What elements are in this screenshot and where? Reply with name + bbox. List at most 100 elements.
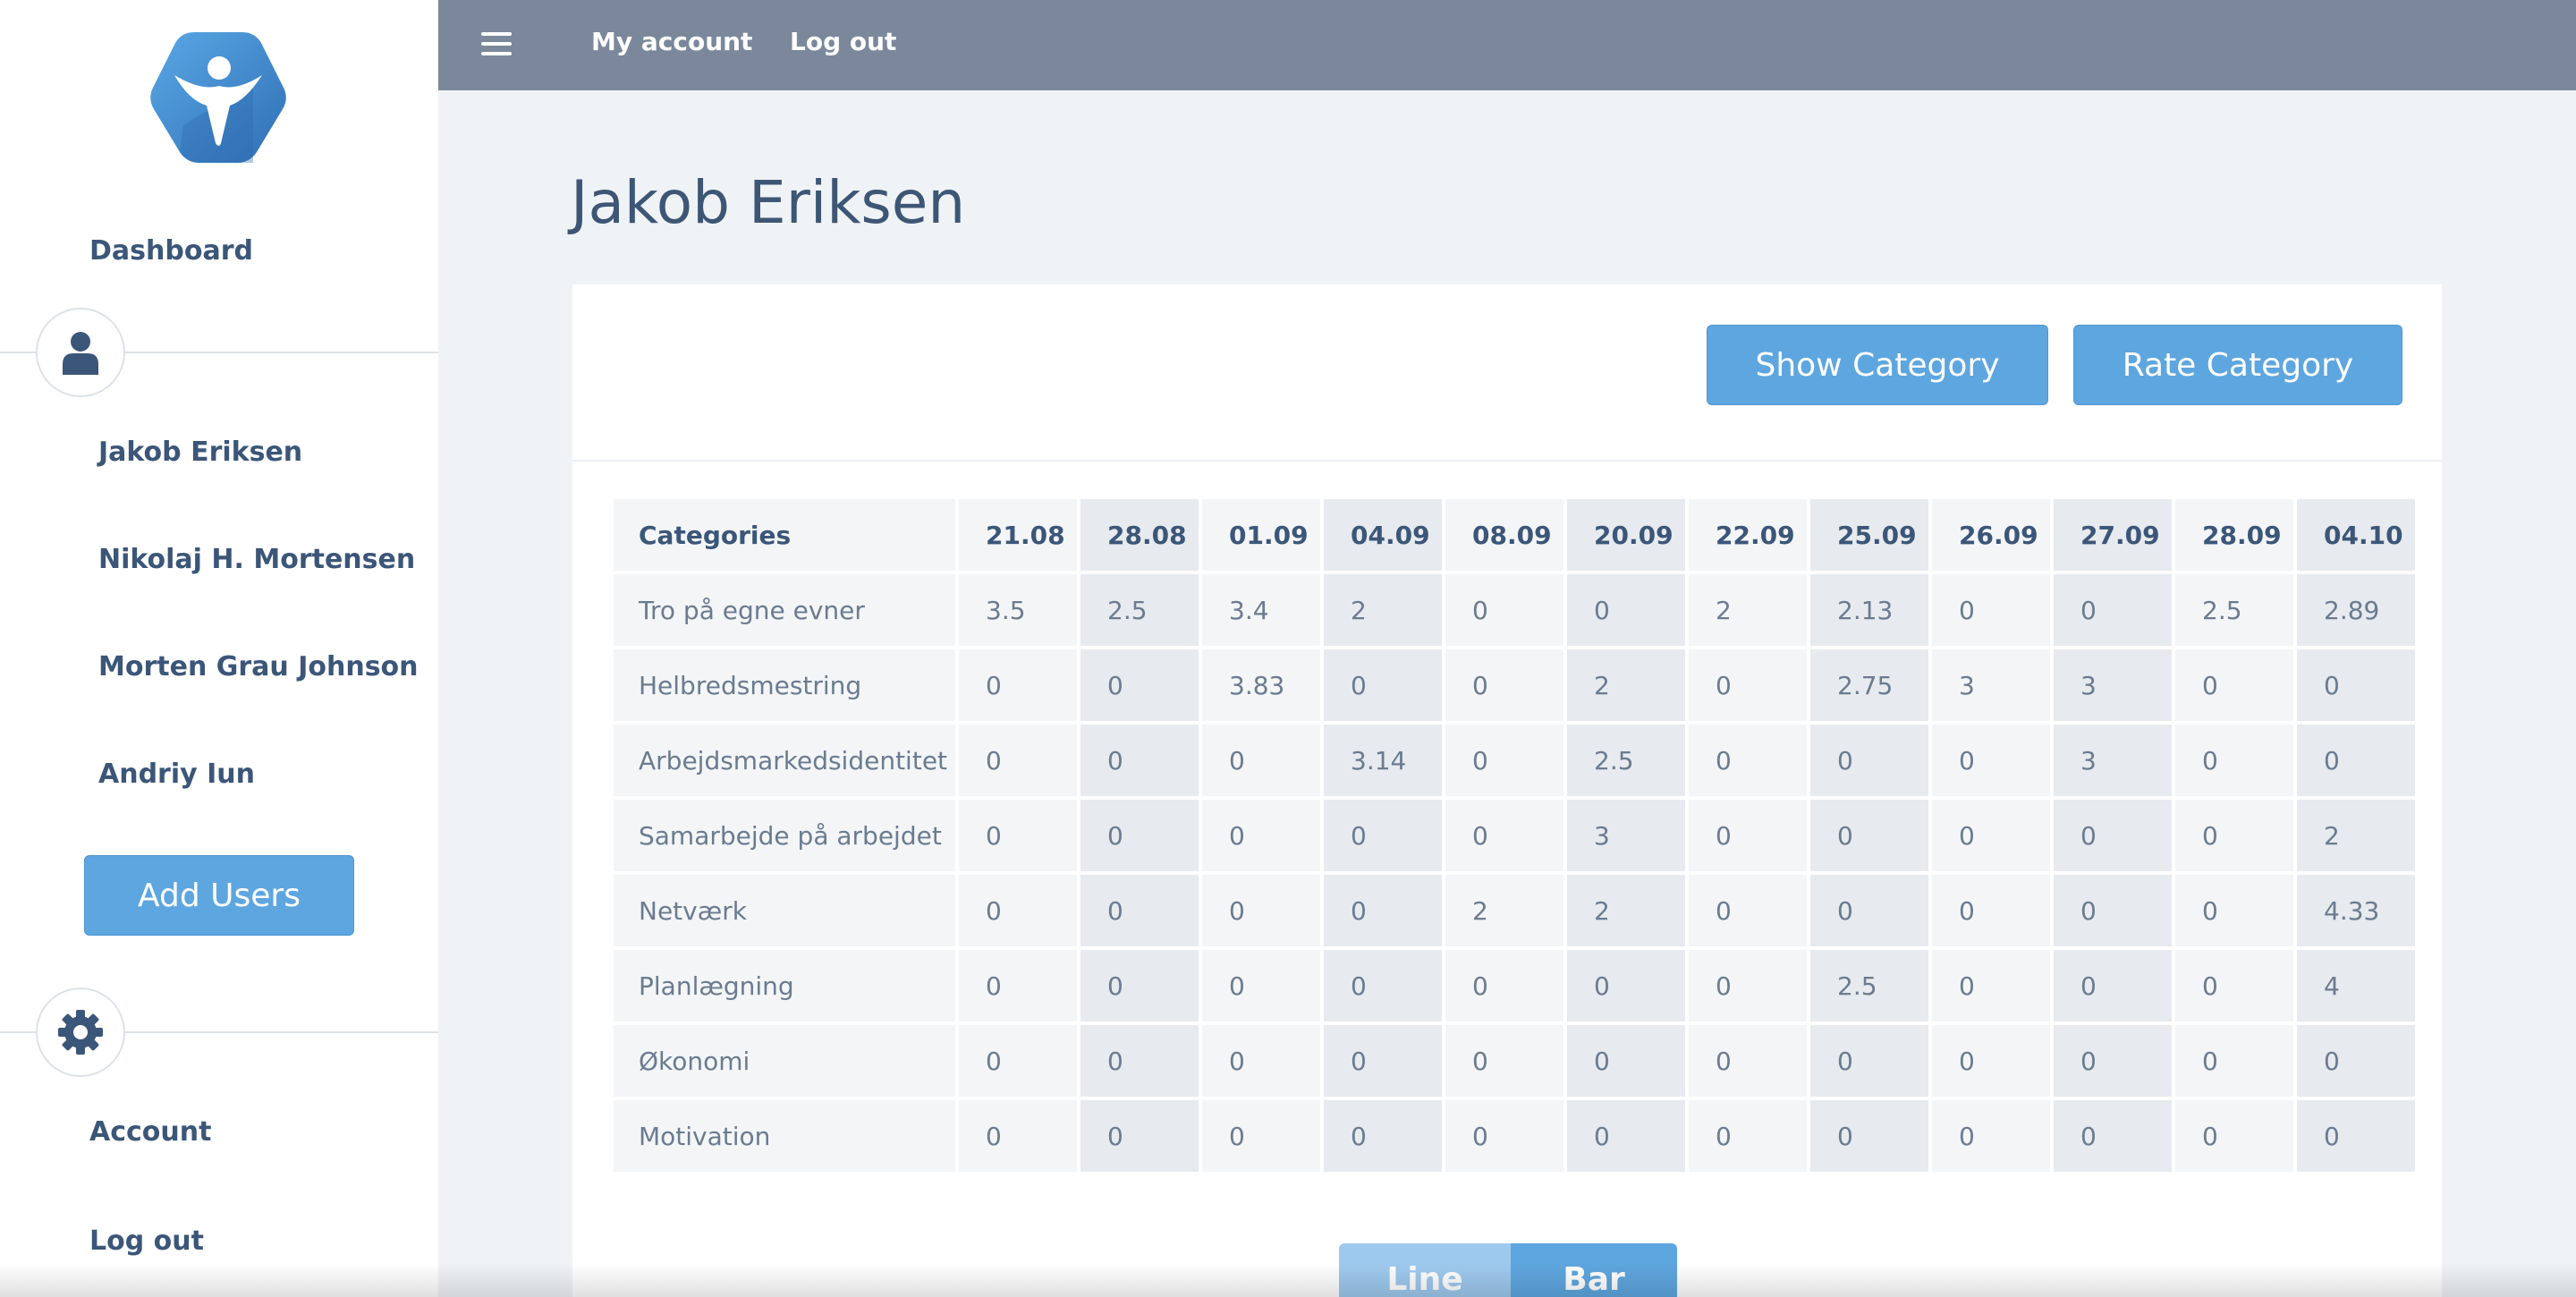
table-row: Økonomi 0 0 0 0 0 0 0 0 0 0 0 0 <box>614 1025 2415 1097</box>
rating-cell: 0 <box>1810 725 1928 796</box>
rating-cell: 0 <box>2175 649 2293 721</box>
table-header-date: 25.09 <box>1810 499 1928 571</box>
rating-cell: 0 <box>1445 574 1563 646</box>
sidebar-user-nikolaj-mortensen[interactable]: Nikolaj H. Mortensen <box>98 544 415 575</box>
rating-cell: 0 <box>2175 800 2293 871</box>
sidebar-item-dashboard[interactable]: Dashboard <box>89 235 253 267</box>
rating-cell: 0 <box>1689 800 1807 871</box>
table-header-date: 28.08 <box>1080 499 1199 571</box>
bar-chart-toggle[interactable]: Bar <box>1511 1243 1677 1297</box>
rating-cell: 0 <box>1080 1025 1199 1097</box>
line-chart-toggle[interactable]: Line <box>1339 1243 1511 1297</box>
rating-cell: 2 <box>1445 875 1563 946</box>
rating-cell: 2 <box>1567 649 1685 721</box>
rating-cell: 0 <box>2297 1100 2415 1172</box>
rating-cell: 0 <box>1810 1100 1928 1172</box>
rating-cell: 0 <box>2175 1100 2293 1172</box>
rate-category-button[interactable]: Rate Category <box>2073 325 2402 405</box>
rating-cell: 0 <box>2175 875 2293 946</box>
category-label: Økonomi <box>614 1025 955 1097</box>
rating-cell: 4.33 <box>2297 875 2415 946</box>
sidebar-user-morten-johnson[interactable]: Morten Grau Johnson <box>98 651 419 682</box>
rating-cell: 0 <box>1567 1025 1685 1097</box>
rating-cell: 0 <box>1932 1025 2050 1097</box>
rating-cell: 0 <box>2054 875 2172 946</box>
rating-cell: 0 <box>2175 725 2293 796</box>
add-users-button[interactable]: Add Users <box>84 855 354 936</box>
rating-cell: 0 <box>959 1100 1077 1172</box>
my-account-link[interactable]: My account <box>591 27 752 56</box>
rating-cell: 0 <box>1202 725 1320 796</box>
rating-cell: 0 <box>1324 950 1442 1021</box>
rating-cell: 0 <box>1080 725 1199 796</box>
sidebar-user-jakob-eriksen[interactable]: Jakob Eriksen <box>98 437 302 468</box>
category-label: Netværk <box>614 875 955 946</box>
rating-cell: 0 <box>959 725 1077 796</box>
table-header-date: 08.09 <box>1445 499 1563 571</box>
sidebar-item-account[interactable]: Account <box>89 1116 211 1148</box>
user-icon <box>36 308 125 397</box>
rating-cell: 0 <box>959 875 1077 946</box>
page-title: Jakob Eriksen <box>571 168 966 237</box>
table-row: Tro på egne evner 3.5 2.5 3.4 2 0 0 2 2.13 0 0 2.5 2… <box>614 574 2415 646</box>
rating-cell: 0 <box>1080 1100 1199 1172</box>
table-header-date: 04.09 <box>1324 499 1442 571</box>
rating-cell: 2 <box>2297 800 2415 871</box>
rating-cell: 0 <box>1324 1100 1442 1172</box>
table-body: Tro på egne evner 3.5 2.5 3.4 2 0 0 2 2.13 0 0 2.5 2… <box>614 574 2415 1172</box>
table-row: Netværk 0 0 0 0 2 2 0 0 0 0 0 4.33 <box>614 875 2415 946</box>
rating-cell: 0 <box>1202 950 1320 1021</box>
sidebar-item-logout[interactable]: Log out <box>89 1225 204 1257</box>
rating-cell: 0 <box>1932 1100 2050 1172</box>
rating-cell: 0 <box>1689 725 1807 796</box>
rating-cell: 0 <box>1202 1025 1320 1097</box>
rating-cell: 0 <box>2297 1025 2415 1097</box>
rating-cell: 0 <box>959 950 1077 1021</box>
rating-cell: 0 <box>1810 800 1928 871</box>
card-divider <box>572 460 2442 462</box>
rating-cell: 0 <box>2054 1100 2172 1172</box>
rating-cell: 0 <box>1080 875 1199 946</box>
rating-cell: 0 <box>1932 800 2050 871</box>
rating-cell: 0 <box>1324 800 1442 871</box>
category-label: Arbejdsmarkedsidentitet <box>614 725 955 796</box>
rating-cell: 2.5 <box>1080 574 1199 646</box>
table-header-date: 27.09 <box>2054 499 2172 571</box>
rating-cell: 0 <box>1445 649 1563 721</box>
rating-cell: 2.13 <box>1810 574 1928 646</box>
rating-cell: 0 <box>959 800 1077 871</box>
chart-type-toggle: Line Bar <box>1339 1243 1677 1297</box>
category-label: Motivation <box>614 1100 955 1172</box>
gear-icon <box>36 988 125 1077</box>
rating-cell: 0 <box>1080 649 1199 721</box>
logout-link[interactable]: Log out <box>790 27 896 56</box>
rating-cell: 0 <box>2297 725 2415 796</box>
rating-cell: 3.5 <box>959 574 1077 646</box>
rating-cell: 3 <box>2054 649 2172 721</box>
hamburger-icon[interactable] <box>481 32 512 57</box>
table-header-categories: Categories <box>614 499 955 571</box>
rating-cell: 0 <box>1810 875 1928 946</box>
rating-cell: 0 <box>1932 950 2050 1021</box>
rating-cell: 3 <box>1932 649 2050 721</box>
rating-cell: 2.5 <box>1810 950 1928 1021</box>
table-header-date: 22.09 <box>1689 499 1807 571</box>
ratings-table: Categories 21.08 28.08 01.09 04.09 08.09… <box>610 496 2419 1175</box>
rating-cell: 0 <box>1445 950 1563 1021</box>
rating-cell: 0 <box>1689 649 1807 721</box>
table-header-date: 01.09 <box>1202 499 1320 571</box>
logo-icon[interactable] <box>148 29 289 166</box>
sidebar-user-andriy-iun[interactable]: Andriy Iun <box>98 759 255 790</box>
rating-cell: 0 <box>1080 950 1199 1021</box>
show-category-button[interactable]: Show Category <box>1707 325 2048 405</box>
rating-cell: 0 <box>1445 1025 1563 1097</box>
rating-cell: 0 <box>1689 1100 1807 1172</box>
rating-cell: 0 <box>1324 875 1442 946</box>
rating-cell: 0 <box>1445 725 1563 796</box>
table-header-date: 04.10 <box>2297 499 2415 571</box>
rating-cell: 0 <box>2054 800 2172 871</box>
rating-cell: 0 <box>1445 1100 1563 1172</box>
rating-cell: 0 <box>1810 1025 1928 1097</box>
rating-cell: 0 <box>1567 1100 1685 1172</box>
rating-cell: 0 <box>1324 649 1442 721</box>
